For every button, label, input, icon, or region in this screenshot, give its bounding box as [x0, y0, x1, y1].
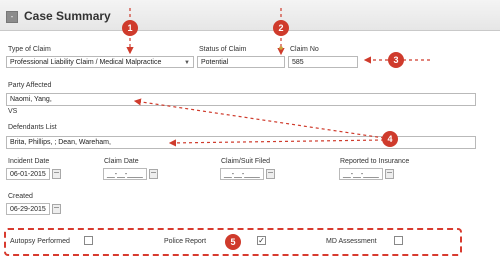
- claim-status-dot: [279, 46, 283, 50]
- callout-badge-3: 3: [388, 52, 404, 68]
- annotation-arrows: [126, 8, 430, 147]
- callout-badge-2: 2: [273, 20, 289, 36]
- callout-badge-5: 5: [225, 234, 241, 250]
- callout-badge-4: 4: [382, 131, 398, 147]
- callout-4-arrow-b: [168, 139, 385, 147]
- callout-4-arrow-a: [133, 98, 385, 139]
- callout-badge-1: 1: [122, 20, 138, 36]
